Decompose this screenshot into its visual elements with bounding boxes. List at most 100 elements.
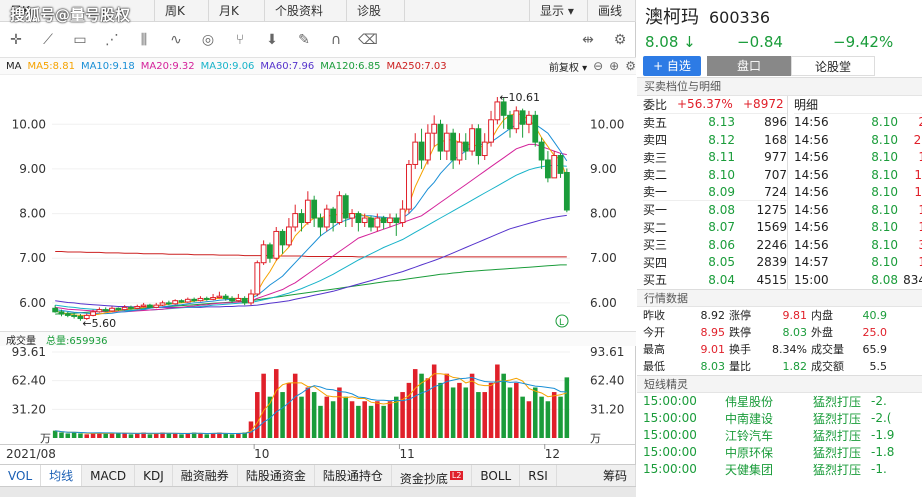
tick-price: 8.10 [871,237,898,252]
volume-bar [210,433,216,438]
alert-time: 15:00:00 [643,428,697,442]
volume-bar [103,433,108,438]
alert-stock: 伟星股份 [725,394,774,409]
wave-icon[interactable]: ∿ [160,22,192,58]
date-axis: 2021/08 10 11 12 [0,444,636,461]
channel-icon[interactable]: ⫼ [128,22,160,58]
short-term-row[interactable]: 15:00:00 天健集团 猛烈打压 -1. [643,461,922,478]
bid-row: 买三 8.06 2246 [643,236,787,254]
split-icon[interactable]: ⇹ [572,22,604,58]
indicator-tab-0[interactable]: VOL [0,465,42,486]
tick-price: 8.08 [871,272,898,287]
volume-bar [545,401,551,438]
alert-value: -1. [871,462,887,476]
indicator-tab-1[interactable]: 均线 [41,465,83,486]
indicator-tab-9[interactable]: RSI [520,465,557,486]
fan-icon[interactable]: ⋰ [96,22,128,58]
market-value: 65.9 [862,342,888,356]
bid-row-price: 8.07 [708,220,735,235]
ask-row: 卖四 8.12 168 [643,131,787,149]
tab-week-k[interactable]: 周K [155,0,209,22]
tick-time: 15:00 [794,272,829,287]
bid-row-volume: 2246 [756,237,787,252]
market-label: 跌停 [729,326,751,339]
candlestick-chart[interactable]: 10.00 10.00 9.00 9.00 8.00 8.00 7.00 7.00 6.00 6.… [0,75,636,331]
indicator-tab-10[interactable]: 筹码 [595,465,636,486]
bid-row-volume: 1275 [756,202,787,217]
bid-row-price: 8.08 [708,202,735,217]
tick-price: 8.10 [871,115,898,130]
cycle-icon[interactable]: ◎ [192,22,224,58]
market-value: 40.9 [862,308,888,322]
indicator-tab-3[interactable]: KDJ [135,465,173,486]
orderbook-title: 买卖档位与明细 [637,78,922,96]
indicator-tab-7[interactable]: 资金抄底 L2 [392,465,473,486]
tab-stock-info[interactable]: 个股资料 [265,0,347,22]
short-term-title: 短线精灵 [637,374,922,393]
tick-row: 14:56 8.101 [794,149,922,167]
arrow-down-icon[interactable]: ⬇ [256,22,288,58]
bid-row-label: 买一 [643,203,668,218]
alert-value: -1.9 [871,428,895,442]
tab-pankou[interactable]: 盘口 [707,55,791,76]
minus-icon[interactable]: ⊖ [593,59,603,73]
rect-icon[interactable]: ▭ [64,22,96,58]
tick-row: 14:56 8.10 1: [794,166,922,184]
draw-line-button[interactable]: 画线 [588,0,636,22]
bid-row-volume: 4515 [756,272,787,287]
eraser-icon[interactable]: ⌫ [352,22,384,58]
settings-icon[interactable]: ⚙ [604,22,636,58]
volume-bar [286,382,292,438]
vol-tick-left: 93.61 [12,346,46,359]
l2-badge: L2 [449,471,464,480]
tab-diagnose[interactable]: 诊股 [347,0,405,22]
short-term-row[interactable]: 15:00:00 中原环保 猛烈打压 -1.8 [643,444,922,461]
tick-row: 14:56 8.10 2( [794,131,922,149]
alert-type: 猛烈打压 [813,411,862,426]
tab-lunguotang[interactable]: 论股堂 [791,55,875,76]
short-term-row[interactable]: 15:00:00 中南建设 猛烈打压 -2.( [643,410,922,427]
bid-row-label: 买四 [643,255,668,270]
tick-price: 8.10 [871,132,898,147]
indicator-tab-6[interactable]: 陆股通持仓 [315,465,392,486]
short-term-row[interactable]: 15:00:00 江铃汽车 猛烈打压 -1.9 [643,427,922,444]
add-watchlist-button[interactable]: + 自选 [643,55,701,76]
short-term-row[interactable]: 15:00:00 伟星股份 猛烈打压 -2. [643,393,922,410]
volume-chart[interactable]: 93.61 93.61 62.40 62.40 31.20 31.20 万 万 [0,346,636,444]
tick-price: 8.10 [871,255,898,270]
market-value: 5.5 [869,359,888,373]
low-label: ←5.60 [82,317,116,330]
date-label: 2021/08 [6,447,56,461]
volume-bar [299,396,304,438]
display-dropdown[interactable]: 显示 ▾ [530,0,588,22]
volume-bar [229,434,235,438]
fork-icon[interactable]: ⑂ [224,22,256,58]
volume-bar [255,392,260,438]
magnet-icon[interactable]: ∩ [320,22,352,58]
crosshair-icon[interactable]: ✛ [0,22,32,58]
ma-value-1: MA10:9.18 [80,60,135,72]
volume-bar [495,364,500,438]
volume-bar [90,433,96,438]
pen-icon[interactable]: ✎ [288,22,320,58]
volume-bar [482,392,487,438]
volume-bar [532,387,538,438]
y-tick-right: 7.00 [590,251,617,265]
candle [532,110,539,147]
volume-bar [135,433,140,438]
plus-icon[interactable]: ⊕ [609,59,619,73]
indicator-tab-8[interactable]: BOLL [472,465,521,486]
adjust-dropdown[interactable]: 前复权 ▾ [549,59,587,74]
indicator-tab-5[interactable]: 陆股通资金 [238,465,315,486]
volume-bar [84,434,90,438]
tab-month-k[interactable]: 月K [209,0,265,22]
last-price: 8.08 ↓ [645,33,696,51]
tick-price: 8.10 [871,202,898,217]
indicator-tab-4[interactable]: 融资融券 [173,465,238,486]
tick-price: 8.10 [871,220,898,235]
volume-bar [305,387,311,438]
market-data: 昨收 8.92 涨停 9.81 内盘 40.9 今开 8.95 跌停 8.03 外盘 25.0 最高 9.… [637,307,922,375]
gear-icon[interactable]: ⚙ [625,59,636,73]
line-icon[interactable]: ⟋ [32,22,64,58]
indicator-tab-2[interactable]: MACD [82,465,136,486]
